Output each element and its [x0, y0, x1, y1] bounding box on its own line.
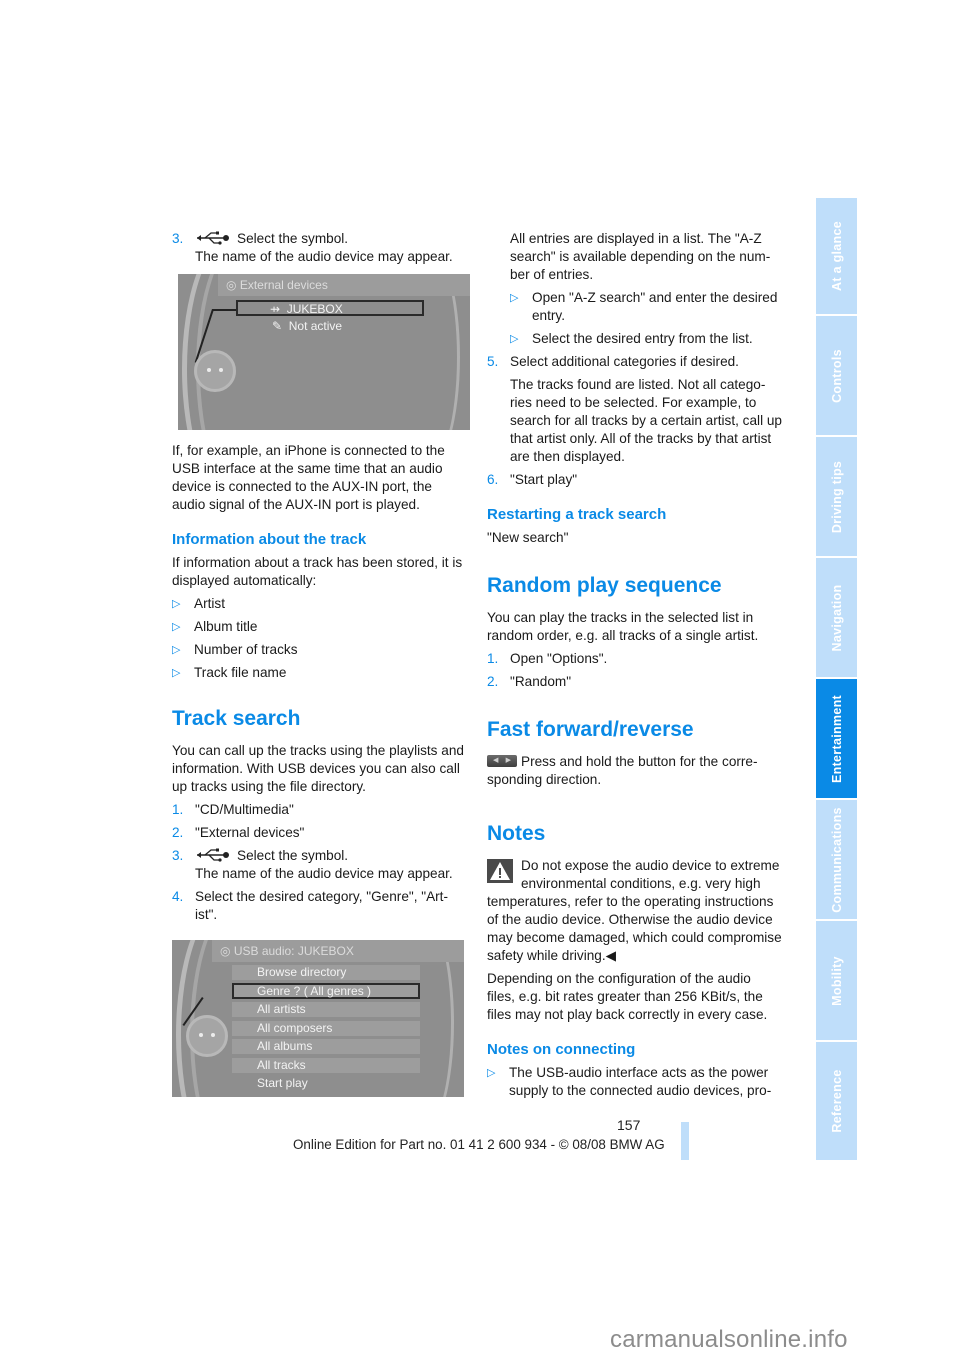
- tab-label: Reference: [829, 1069, 844, 1133]
- tab-entertainment[interactable]: Entertainment: [816, 679, 857, 798]
- notes-heading: Notes: [487, 822, 546, 845]
- restart-heading: Restarting a track search: [487, 506, 667, 523]
- triangle-bullet-icon: ▷: [487, 1067, 496, 1079]
- tab-label: Communications: [829, 806, 844, 913]
- footer-edition: Online Edition for Part no. 01 41 2 600 …: [293, 1137, 665, 1152]
- list-item: ▷ Open "A-Z search" and enter the desired…: [510, 290, 778, 323]
- left-column: 3. Select the symbol. The name of the au…: [172, 230, 470, 1097]
- plug-icon: ✎: [272, 319, 286, 333]
- random-paragraph: You can play the tracks in the selected …: [487, 610, 759, 643]
- warning-paragraph: Do not expose the audio device to extrem…: [487, 858, 782, 963]
- tab-label: Driving tips: [829, 460, 844, 533]
- step-subtext: The name of the audio device may appear.: [195, 249, 453, 264]
- step-6: 6. "Start play": [487, 472, 578, 487]
- ff-heading: Fast forward/reverse: [487, 718, 694, 741]
- list-item: ▷ Track file name: [172, 665, 287, 680]
- menu-item-not-active[interactable]: ✎ Not active: [272, 319, 342, 334]
- triangle-bullet-icon: ▷: [172, 598, 181, 610]
- track-search-paragraph: You can call up the tracks using the pla…: [172, 743, 464, 794]
- tab-at-a-glance[interactable]: At a glance: [816, 198, 857, 314]
- info-paragraph: If information about a track has been st…: [172, 555, 463, 588]
- menu-item[interactable]: All composers: [257, 1021, 332, 1036]
- step-3: 3. Select the symbol. The name of the au…: [172, 848, 453, 881]
- usb-icon: [197, 231, 229, 245]
- step-2: 2. "External devices": [172, 825, 305, 840]
- cd-icon: ◎: [220, 944, 234, 958]
- triangle-bullet-icon: ▷: [510, 292, 519, 304]
- list-item: ▷ Album title: [172, 619, 258, 634]
- screen-title: ◎ External devices: [218, 274, 470, 296]
- triangle-bullet-icon: ▷: [510, 333, 519, 345]
- track-search-heading: Track search: [172, 707, 301, 730]
- cd-icon: ◎: [226, 278, 240, 292]
- menu-item-jukebox[interactable]: ⇸ JUKEBOX: [270, 302, 343, 317]
- page-number: 157: [617, 1117, 641, 1133]
- external-devices-screen: ◎ External devices ⇸ JUKEBOX ✎ Not activ…: [178, 274, 470, 430]
- screen-title: ◎ USB audio: JUKEBOX: [212, 940, 464, 962]
- random-step-1: 1. Open "Options".: [487, 651, 608, 666]
- step-3-top: 3. Select the symbol. The name of the au…: [172, 230, 467, 266]
- list-item: ▷ The USB-audio interface acts as the pow…: [487, 1065, 772, 1098]
- tab-label: Entertainment: [829, 694, 844, 783]
- triangle-bullet-icon: ▷: [172, 621, 181, 633]
- step-4: 4. Select the desired category, "Genre", …: [172, 889, 448, 922]
- ff-paragraph: ◀ ▶ Press and hold the button for the corr…: [487, 754, 758, 787]
- triangle-bullet-icon: ▷: [172, 644, 181, 656]
- menu-item[interactable]: Genre ? ( All genres ): [257, 984, 371, 999]
- tab-controls[interactable]: Controls: [816, 316, 857, 435]
- tab-label: Navigation: [829, 584, 844, 651]
- list-item: ▷ Artist: [172, 596, 225, 611]
- fast-forward-reverse-button-icon: ◀ ▶: [487, 755, 517, 767]
- list-item: ▷ Number of tracks: [172, 642, 298, 657]
- step-5-paragraph: The tracks found are listed. Not all cat…: [510, 377, 782, 464]
- info-heading: Information about the track: [172, 531, 367, 548]
- step-number: 3.: [172, 231, 184, 246]
- menu-item[interactable]: Browse directory: [257, 965, 346, 980]
- tab-navigation[interactable]: Navigation: [816, 558, 857, 677]
- controller-knob: [194, 350, 236, 392]
- step-1: 1. "CD/Multimedia": [172, 802, 294, 817]
- usb-icon: ⇸: [270, 302, 284, 316]
- step-5: 5. Select additional categories if desire…: [487, 354, 739, 369]
- tab-reference[interactable]: Reference: [816, 1042, 857, 1160]
- page-marker: [681, 1122, 689, 1160]
- watermark: carmanualsonline.info: [610, 1326, 848, 1353]
- restart-text: "New search": [487, 530, 569, 545]
- tab-driving-tips[interactable]: Driving tips: [816, 437, 857, 556]
- random-step-2: 2. "Random": [487, 674, 572, 689]
- connecting-heading: Notes on connecting: [487, 1041, 636, 1058]
- usb-audio-screen: ◎ USB audio: JUKEBOX Browse directory Gen…: [172, 940, 464, 1097]
- menu-item[interactable]: All artists: [257, 1002, 306, 1017]
- menu-item[interactable]: All tracks: [257, 1058, 306, 1073]
- list-item: ▷ Select the desired entry from the list.: [510, 331, 753, 346]
- menu-item[interactable]: Start play: [257, 1076, 308, 1091]
- tab-label: At a glance: [829, 221, 844, 291]
- controller-knob: [186, 1015, 228, 1057]
- menu-item[interactable]: All albums: [257, 1039, 312, 1054]
- list-paragraph: All entries are displayed in a list. The…: [510, 231, 771, 282]
- tab-label: Controls: [829, 348, 844, 403]
- tab-label: Mobility: [829, 955, 844, 1006]
- warning-icon: [487, 859, 513, 883]
- end-marker-icon: ◀: [605, 948, 617, 963]
- bitrate-paragraph: Depending on the configuration of the au…: [487, 971, 768, 1022]
- tab-communications[interactable]: Communications: [816, 800, 857, 919]
- usb-icon: [197, 848, 229, 862]
- random-heading: Random play sequence: [487, 574, 722, 597]
- iphone-paragraph: If, for example, an iPhone is connected …: [172, 443, 445, 512]
- tab-mobility[interactable]: Mobility: [816, 921, 857, 1040]
- step-text: Select the symbol.: [237, 231, 349, 246]
- triangle-bullet-icon: ▷: [172, 667, 181, 679]
- right-column: All entries are displayed in a list. The…: [487, 230, 782, 1105]
